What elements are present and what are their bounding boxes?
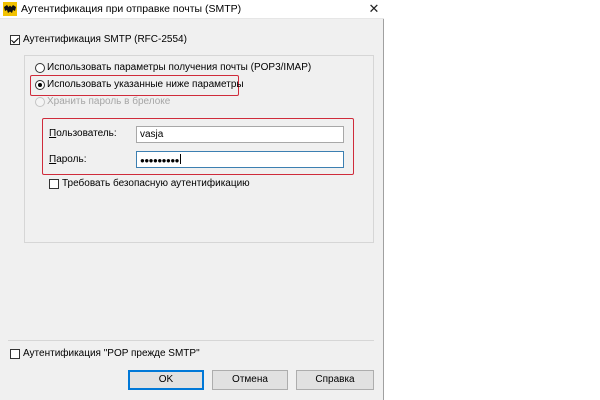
secure-auth-label: Требовать безопасную аутентификацию <box>62 178 250 189</box>
smtp-auth-checkbox[interactable] <box>10 35 20 45</box>
user-label-text: ользователь: <box>56 128 117 139</box>
help-button[interactable]: Справка <box>296 370 374 390</box>
user-label: Пользователь: <box>49 128 117 139</box>
password-input-value: ●●●●●●●●● <box>140 156 180 165</box>
close-icon: ✕ <box>368 1 380 16</box>
use-below-params-label: Использовать указанные ниже параметры <box>47 79 244 90</box>
store-in-keychain-label: Хранить пароль в брелоке <box>47 96 171 107</box>
use-receive-params-radio[interactable] <box>35 63 45 73</box>
store-in-keychain-radio <box>35 97 45 107</box>
password-input[interactable]: ●●●●●●●●● <box>136 151 344 168</box>
separator <box>8 340 374 341</box>
password-label: Пароль: <box>49 154 86 165</box>
user-input-value: vasja <box>140 129 164 140</box>
user-input[interactable]: vasja <box>136 126 344 143</box>
the-bat-app-icon <box>3 2 17 16</box>
text-caret <box>180 154 181 164</box>
use-below-params-radio[interactable] <box>35 80 45 90</box>
use-receive-params-label: Использовать параметры получения почты (… <box>47 62 312 73</box>
pop-before-smtp-checkbox[interactable] <box>10 349 20 359</box>
smtp-auth-label: Аутентификация SMTP (RFC-2554) <box>23 34 187 45</box>
pop-before-smtp-label: Аутентификация "POP прежде SMTP" <box>23 348 200 359</box>
close-button[interactable]: ✕ <box>364 0 384 18</box>
ok-button[interactable]: OK <box>128 370 204 390</box>
password-label-text: ароль: <box>56 154 87 165</box>
smtp-auth-dialog: Аутентификация при отправке почты (SMTP)… <box>0 0 384 400</box>
window-title: Аутентификация при отправке почты (SMTP) <box>21 3 242 15</box>
title-bar: Аутентификация при отправке почты (SMTP)… <box>0 0 384 19</box>
cancel-button[interactable]: Отмена <box>212 370 288 390</box>
secure-auth-checkbox[interactable] <box>49 179 59 189</box>
